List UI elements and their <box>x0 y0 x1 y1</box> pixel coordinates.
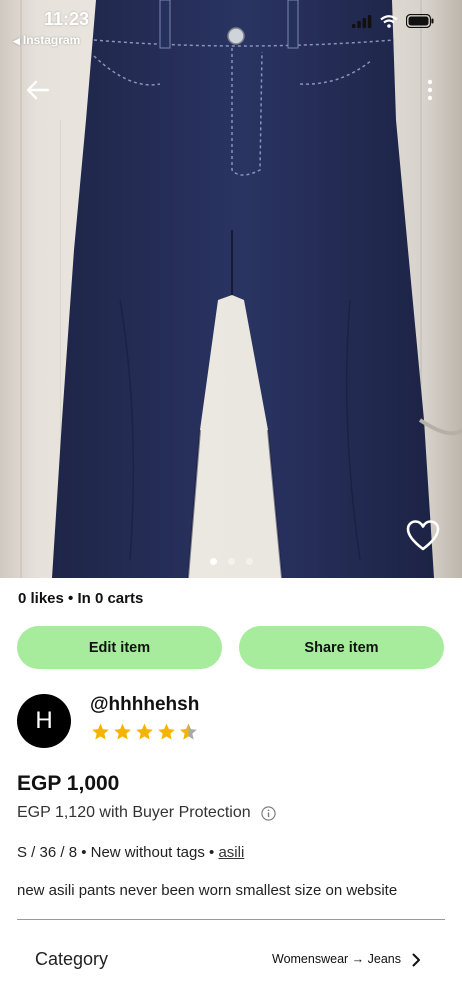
back-app-label: Instagram <box>22 33 81 47</box>
back-to-app-link[interactable]: ◀ Instagram <box>13 33 80 47</box>
status-icons <box>352 14 434 28</box>
divider <box>17 919 445 920</box>
star-icon <box>92 723 109 740</box>
star-icon <box>114 723 131 740</box>
product-photo[interactable]: 11:23 ◀ Instagram <box>0 0 462 578</box>
chevron-right-icon <box>412 953 420 967</box>
jeans-image <box>52 0 462 578</box>
category-value: Womenswear → Jeans <box>272 952 401 966</box>
item-description: new asili pants never been worn smallest… <box>17 882 398 899</box>
seller-rating[interactable] <box>90 722 199 742</box>
seller-username[interactable]: @hhhhehsh <box>90 694 199 716</box>
item-attributes: S / 36 / 8 • New without tags • asili <box>17 844 244 861</box>
share-item-button[interactable]: Share item <box>239 626 444 669</box>
category-row[interactable]: Category Womenswear → Jeans <box>17 940 445 980</box>
price-with-protection: EGP 1,120 with Buyer Protection <box>17 804 276 822</box>
carousel-indicator <box>0 558 462 565</box>
star-icon <box>136 723 153 740</box>
edit-item-button[interactable]: Edit item <box>17 626 222 669</box>
price: EGP 1,000 <box>17 772 120 795</box>
wifi-icon <box>380 14 398 28</box>
carousel-dot[interactable] <box>227 558 235 565</box>
carousel-dot[interactable] <box>209 558 217 565</box>
half-star-icon <box>180 723 197 740</box>
info-icon[interactable] <box>260 805 276 821</box>
price-with-protection-text: EGP 1,120 with Buyer Protection <box>17 804 251 821</box>
heart-icon[interactable] <box>405 518 441 554</box>
brand-link[interactable]: asili <box>218 844 244 861</box>
item-attributes-summary: S / 36 / 8 • New without tags • <box>17 844 219 861</box>
more-icon[interactable] <box>426 78 434 102</box>
avatar[interactable]: H <box>17 694 71 748</box>
carousel-dot[interactable] <box>245 558 253 565</box>
likes-carts-count: 0 likes • In 0 carts <box>18 590 144 607</box>
star-icon <box>158 723 175 740</box>
back-triangle-icon: ◀ <box>13 36 20 46</box>
back-arrow-icon[interactable] <box>24 76 52 104</box>
signal-icon <box>352 14 372 28</box>
battery-icon <box>406 14 434 28</box>
status-time: 11:23 <box>44 9 90 29</box>
category-label: Category <box>35 949 109 969</box>
